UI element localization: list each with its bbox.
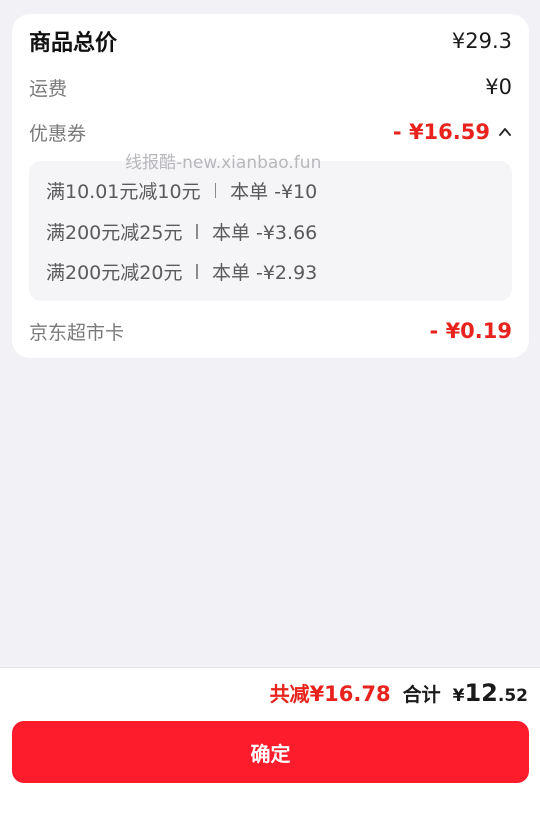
coupon-discount: 本单 -¥10 [230,180,318,203]
grand-total-label: 合计 [402,684,441,706]
grand-total-decimal: .52 [497,686,528,706]
shipping-label: 运费 [29,77,68,100]
divider [196,263,198,279]
coupon-item: 满10.01元减10元 本单 -¥10 [46,177,317,203]
grand-total-value: ¥12.52 [453,679,528,707]
supermarket-card-value: - ¥0.19 [429,319,512,343]
coupon-rule: 满200元减20元 [46,261,183,284]
coupon-list: 满10.01元减10元 本单 -¥10 满200元减25元 本单 -¥3.66 … [29,161,512,301]
coupon-label: 优惠券 [29,122,87,145]
coupon-rule: 满10.01元减10元 [46,180,201,203]
order-summary: 共减¥16.78 合计 ¥12.52 [270,678,528,712]
total-price-label: 商品总价 [29,31,118,56]
chevron-up-icon[interactable] [498,125,512,139]
total-price-row: 商品总价 ¥29.3 [29,26,512,56]
saved-value: ¥16.78 [309,682,391,706]
coupon-item: 满200元减20元 本单 -¥2.93 [46,258,317,284]
saved-prefix: 共减 [269,682,310,706]
supermarket-card-label: 京东超市卡 [29,321,125,344]
grand-total-integer: 12 [464,679,498,707]
coupon-discount: 本单 -¥3.66 [211,221,318,244]
total-saved: 共减¥16.78 [270,678,391,707]
coupon-toggle[interactable]: - ¥16.59 [393,120,512,144]
shipping-row: 运费 ¥0 [29,72,512,102]
coupon-rule: 满200元减25元 [46,221,183,244]
grand-total-currency: ¥ [452,686,465,706]
coupon-value: - ¥16.59 [392,120,490,144]
divider [196,223,198,239]
coupon-discount: 本单 -¥2.93 [211,261,318,284]
shipping-value: ¥0 [485,75,512,99]
coupon-item: 满200元减25元 本单 -¥3.66 [46,218,317,244]
supermarket-card-row: 京东超市卡 - ¥0.19 [29,316,512,346]
total-price-value: ¥29.3 [451,29,512,53]
confirm-button[interactable]: 确定 [12,721,529,783]
coupon-row[interactable]: 优惠券 - ¥16.59 [29,117,512,147]
divider [214,182,217,198]
checkout-bar: 共减¥16.78 合计 ¥12.52 确定 [0,667,540,822]
watermark: 线报酷-new.xianbao.fun [125,153,322,173]
price-detail-card: 商品总价 ¥29.3 运费 ¥0 优惠券 - ¥16.59 满10.01元减10… [12,14,529,358]
